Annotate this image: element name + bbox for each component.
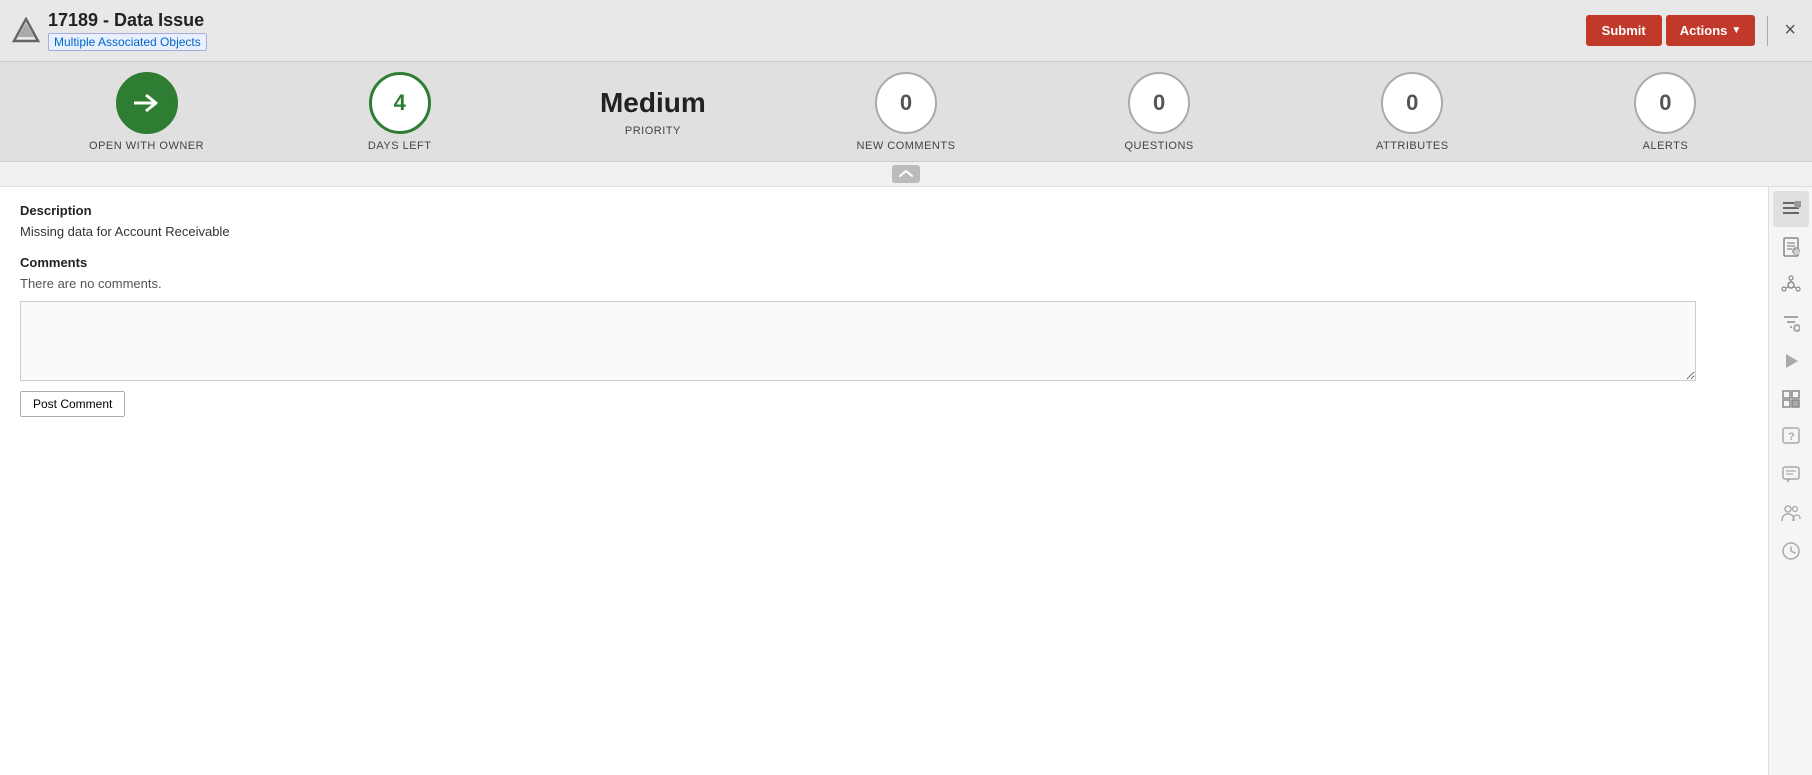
status-item-alerts: 0 ALERTS [1539, 72, 1792, 152]
close-button[interactable]: × [1780, 15, 1800, 46]
svg-text:⚙: ⚙ [1794, 249, 1799, 256]
no-comments-text: There are no comments. [20, 276, 1748, 291]
submit-button[interactable]: Submit [1586, 15, 1662, 46]
status-item-attributes: 0 ATTRIBUTES [1286, 72, 1539, 152]
app-logo [12, 17, 40, 45]
title-group: 17189 - Data Issue Multiple Associated O… [48, 10, 1586, 51]
priority-label: PRIORITY [625, 125, 681, 137]
comment-textarea[interactable] [20, 301, 1696, 381]
new-comments-label: NEW COMMENTS [857, 140, 956, 152]
comments-label: Comments [20, 255, 1748, 270]
collapse-bar[interactable] [0, 162, 1812, 187]
open-with-owner-circle [116, 72, 178, 134]
questions-circle: 0 [1128, 72, 1190, 134]
document-lines-icon[interactable]: ⚙ [1773, 229, 1809, 265]
days-left-circle: 4 [369, 72, 431, 134]
priority-value: Medium [600, 87, 706, 119]
actions-caret-icon: ▼ [1731, 25, 1741, 36]
right-sidebar: ⚙ [1768, 187, 1812, 775]
actions-button[interactable]: Actions ▼ [1666, 15, 1756, 46]
question-icon[interactable]: ? [1773, 419, 1809, 455]
status-bar: OPEN WITH OWNER 4 DAYS LEFT Medium PRIOR… [0, 62, 1812, 162]
page-title: 17189 - Data Issue [48, 10, 1586, 31]
list-icon[interactable] [1773, 191, 1809, 227]
main-container: Description Missing data for Account Rec… [0, 187, 1812, 775]
subtitle-link[interactable]: Multiple Associated Objects [48, 33, 207, 51]
status-item-new-comments: 0 NEW COMMENTS [779, 72, 1032, 152]
status-item-open-with-owner: OPEN WITH OWNER [20, 72, 273, 152]
post-comment-button[interactable]: Post Comment [20, 391, 125, 417]
header: 17189 - Data Issue Multiple Associated O… [0, 0, 1812, 62]
people-icon[interactable] [1773, 495, 1809, 531]
status-item-priority: Medium PRIORITY [526, 87, 779, 137]
description-label: Description [20, 203, 1748, 218]
description-text: Missing data for Account Receivable [20, 224, 1748, 239]
comments-section: Comments There are no comments. Post Com… [20, 255, 1748, 417]
status-item-questions: 0 QUESTIONS [1033, 72, 1286, 152]
filter-icon[interactable] [1773, 305, 1809, 341]
new-comments-circle: 0 [875, 72, 937, 134]
questions-label: QUESTIONS [1124, 140, 1193, 152]
collapse-button[interactable] [892, 165, 920, 183]
days-left-label: DAYS LEFT [368, 140, 432, 152]
header-actions: Submit Actions ▼ × [1586, 15, 1800, 46]
alerts-label: ALERTS [1643, 140, 1689, 152]
svg-text:?: ? [1788, 431, 1795, 443]
chat-icon[interactable] [1773, 457, 1809, 493]
status-item-days-left: 4 DAYS LEFT [273, 72, 526, 152]
alerts-circle: 0 [1634, 72, 1696, 134]
attributes-label: ATTRIBUTES [1376, 140, 1449, 152]
play-icon[interactable] [1773, 343, 1809, 379]
clock-icon[interactable] [1773, 533, 1809, 569]
content-area: Description Missing data for Account Rec… [0, 187, 1768, 775]
open-with-owner-label: OPEN WITH OWNER [89, 140, 204, 152]
network-icon[interactable] [1773, 267, 1809, 303]
grid-icon[interactable] [1773, 381, 1809, 417]
attributes-circle: 0 [1381, 72, 1443, 134]
header-divider [1767, 16, 1768, 46]
